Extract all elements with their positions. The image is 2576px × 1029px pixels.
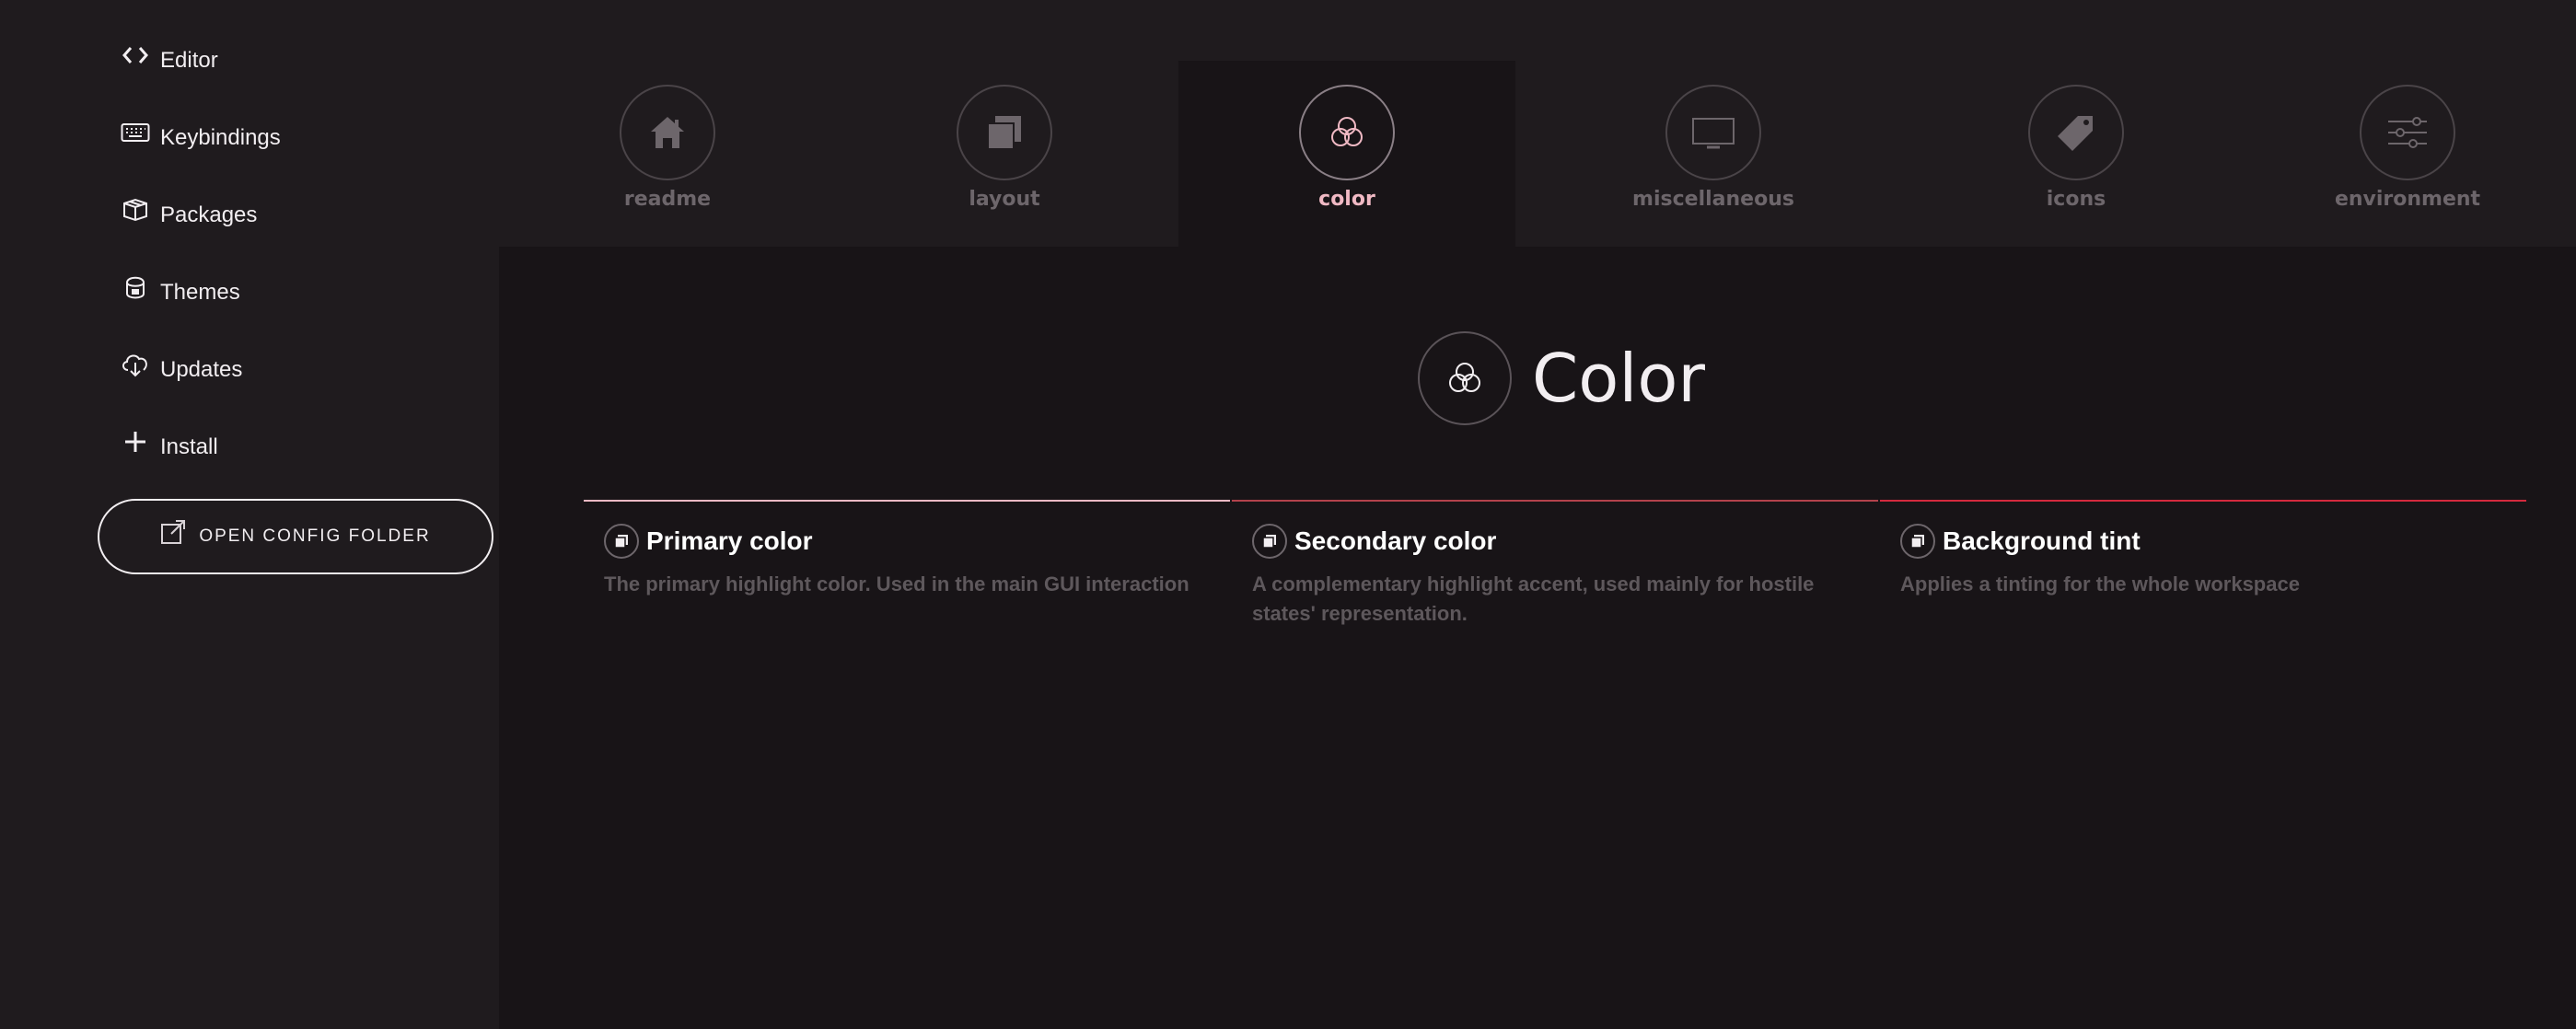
background-tint-card: Background tint Applies a tinting for th… (1880, 500, 2526, 684)
card-description: The primary highlight color. Used in the… (604, 572, 1189, 595)
package-icon (120, 194, 151, 225)
card-title: Primary color (646, 526, 813, 555)
cloud-download-icon (120, 349, 151, 380)
page-title: Color (1532, 340, 1705, 417)
open-config-folder-label: Open Config Folder (199, 526, 431, 546)
tab-bar: readme layout color miscellaneous icons … (499, 0, 2576, 247)
accent-rule (1880, 500, 2526, 502)
card-description: Applies a tinting for the whole workspac… (1900, 572, 2300, 595)
sidebar-item-label: Updates (160, 357, 243, 382)
card-description: A complementary highlight accent, used m… (1252, 572, 1815, 625)
sliders-icon (2360, 85, 2455, 180)
sidebar-item-themes[interactable]: Themes (120, 265, 240, 320)
open-config-folder-button[interactable]: Open Config Folder (98, 499, 493, 574)
sidebar-item-keybindings[interactable]: Keybindings (120, 110, 281, 166)
sidebar-item-editor[interactable]: Editor (120, 33, 218, 88)
sidebar-item-label: Packages (160, 202, 258, 227)
sidebar-item-packages[interactable]: Packages (120, 188, 257, 243)
toggle-button[interactable] (1252, 524, 1287, 559)
sidebar: Editor Keybindings Packages Themes Updat… (0, 0, 499, 1029)
code-icon (120, 40, 151, 71)
color-circles-icon (1299, 85, 1395, 180)
layout-icon (957, 85, 1052, 180)
sidebar-item-label: Install (160, 434, 218, 459)
sidebar-item-label: Keybindings (160, 125, 281, 150)
tab-label: icons (2046, 188, 2106, 211)
tab-miscellaneous[interactable]: miscellaneous (1545, 61, 1882, 247)
primary-color-card: Primary color The primary highlight colo… (584, 500, 1230, 684)
external-link-icon (160, 519, 188, 547)
tab-environment[interactable]: environment (2239, 61, 2576, 247)
color-circles-icon (1418, 331, 1512, 425)
card-title: Secondary color (1294, 526, 1497, 555)
secondary-color-card: Secondary color A complementary highligh… (1232, 500, 1878, 684)
tab-icons[interactable]: icons (1908, 61, 2245, 247)
paintcan-icon (120, 272, 151, 303)
tab-label: layout (969, 188, 1040, 211)
monitor-icon (1665, 85, 1761, 180)
tab-label: environment (2334, 188, 2481, 211)
tab-label: color (1318, 188, 1375, 211)
section-heading: Color (1418, 331, 1705, 425)
tab-layout[interactable]: layout (836, 61, 1173, 247)
toggle-button[interactable] (1900, 524, 1935, 559)
tab-label: readme (623, 188, 712, 211)
card-title: Background tint (1943, 526, 2141, 555)
accent-rule (584, 500, 1230, 502)
sidebar-item-updates[interactable]: Updates (120, 342, 242, 398)
sidebar-item-label: Editor (160, 48, 218, 73)
accent-rule (1232, 500, 1878, 502)
sidebar-item-label: Themes (160, 280, 240, 305)
tag-icon (2028, 85, 2124, 180)
home-icon (620, 85, 715, 180)
tab-readme[interactable]: readme (499, 61, 836, 247)
tab-color[interactable]: color (1178, 61, 1515, 247)
sidebar-item-install[interactable]: Install (120, 420, 218, 475)
plus-icon (120, 426, 151, 457)
tab-label: miscellaneous (1632, 188, 1794, 211)
keyboard-icon (120, 117, 151, 148)
toggle-button[interactable] (604, 524, 639, 559)
